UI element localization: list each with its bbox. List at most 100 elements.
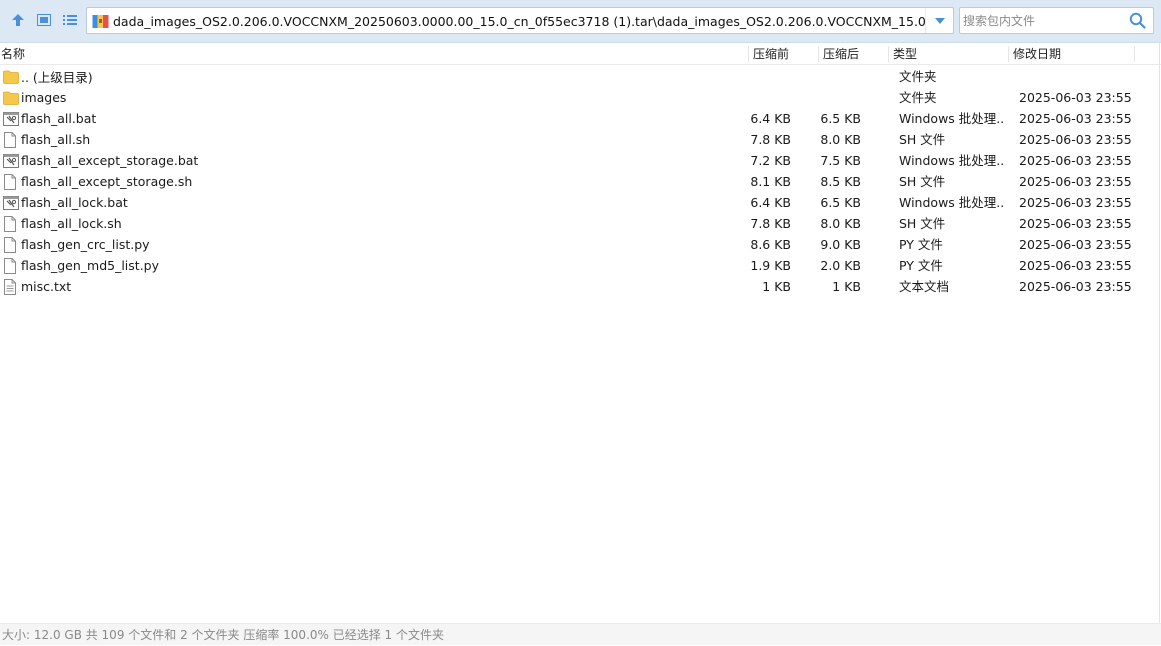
file-type: PY 文件 (899, 258, 943, 273)
file-row[interactable]: flash_all.sh 7.8 KB 8.0 KB SH 文件 2025-06-03 … (0, 129, 1135, 150)
file-name: flash_all.bat (21, 111, 97, 126)
file-type: 文件夹 (899, 69, 937, 84)
file-row[interactable]: images 文件夹 2025-06-03 23:55 (0, 87, 1135, 108)
original-size: 6.4 KB (750, 111, 791, 126)
modified-date: 2025-06-03 23:55 (1019, 195, 1132, 210)
column-original-size[interactable]: 压缩前 (753, 43, 789, 65)
file-icon (3, 131, 19, 148)
column-name[interactable]: 名称 (1, 43, 25, 65)
modified-date: 2025-06-03 23:55 (1019, 258, 1132, 273)
file-type: 文本文档 (899, 279, 950, 294)
column-divider[interactable] (888, 46, 889, 62)
search-icon[interactable] (1129, 12, 1146, 29)
compressed-size: 6.5 KB (820, 111, 861, 126)
compressed-size: 8.5 KB (820, 174, 861, 189)
file-name: .. (上级目录) (21, 70, 93, 85)
file-name: flash_all.sh (21, 132, 91, 147)
file-row[interactable]: flash_gen_md5_list.py 1.9 KB 2.0 KB PY 文件 20… (0, 255, 1135, 276)
text-file-icon (3, 278, 19, 295)
compressed-size: 8.0 KB (820, 216, 861, 231)
thumbnail-view-icon (37, 14, 51, 26)
scrollbar-track[interactable] (1159, 43, 1160, 623)
modified-date: 2025-06-03 23:55 (1019, 132, 1132, 147)
file-icon (3, 257, 19, 274)
file-name-cell: misc.txt (3, 276, 71, 297)
original-size: 7.8 KB (750, 216, 791, 231)
file-row[interactable]: flash_all_lock.sh 7.8 KB 8.0 KB SH 文件 2025-0… (0, 213, 1135, 234)
batch-file-icon (3, 153, 19, 169)
thumbnail-view-button[interactable] (34, 10, 54, 30)
file-icon (3, 236, 19, 253)
file-list: .. (上级目录) 文件夹 images 文件夹 2025-06-03 23:55 fla… (0, 66, 1161, 297)
column-type[interactable]: 类型 (893, 43, 917, 65)
file-type: Windows 批处理... (899, 153, 1005, 168)
file-name-cell: flash_all.sh (3, 129, 90, 150)
file-icon (3, 173, 19, 190)
file-name: flash_gen_md5_list.py (21, 258, 159, 273)
original-size: 8.1 KB (750, 174, 791, 189)
original-size: 8.6 KB (750, 237, 791, 252)
file-name-cell: flash_all_lock.sh (3, 213, 122, 234)
modified-date: 2025-06-03 23:55 (1019, 111, 1132, 126)
details-view-button[interactable] (60, 10, 80, 30)
file-type: 文件夹 (899, 90, 937, 105)
arrow-up-icon (12, 14, 24, 26)
file-type: Windows 批处理... (899, 195, 1005, 210)
file-type: PY 文件 (899, 237, 943, 252)
file-type: SH 文件 (899, 216, 946, 231)
compressed-size: 1 KB (832, 279, 861, 294)
chevron-down-icon (934, 17, 945, 24)
file-name: images (21, 90, 67, 105)
modified-date: 2025-06-03 23:55 (1019, 237, 1132, 252)
file-row[interactable]: flash_gen_crc_list.py 8.6 KB 9.0 KB PY 文件 20… (0, 234, 1135, 255)
batch-file-icon (3, 195, 19, 211)
column-divider[interactable] (748, 46, 749, 62)
modified-date: 2025-06-03 23:55 (1019, 216, 1132, 231)
file-name: flash_all_except_storage.sh (21, 174, 193, 189)
archive-icon (92, 14, 109, 28)
toolbar: dada_images_OS2.0.206.0.VOCCNXM_20250603… (0, 0, 1161, 43)
original-size: 7.8 KB (750, 132, 791, 147)
file-row[interactable]: flash_all.bat 6.4 KB 6.5 KB Windows 批处理... 2… (0, 108, 1135, 129)
file-row[interactable]: .. (上级目录) 文件夹 (0, 66, 1135, 87)
file-name-cell: flash_all.bat (3, 108, 96, 129)
column-header: 名称 压缩前 压缩后 类型 修改日期 (0, 43, 1161, 65)
file-name: flash_all_lock.sh (21, 216, 122, 231)
file-row[interactable]: misc.txt 1 KB 1 KB 文本文档 2025-06-03 23:55 (0, 276, 1135, 297)
column-divider[interactable] (1134, 46, 1135, 62)
column-modified[interactable]: 修改日期 (1013, 43, 1061, 65)
file-row[interactable]: flash_all_except_storage.sh 8.1 KB 8.5 KB S… (0, 171, 1135, 192)
file-row[interactable]: flash_all_except_storage.bat 7.2 KB 7.5 KB… (0, 150, 1135, 171)
up-button[interactable] (8, 10, 28, 30)
modified-date: 2025-06-03 23:55 (1019, 279, 1132, 294)
file-row[interactable]: flash_all_lock.bat 6.4 KB 6.5 KB Windows 批处… (0, 192, 1135, 213)
file-name-cell: flash_all_lock.bat (3, 192, 128, 213)
compressed-size: 8.0 KB (820, 132, 861, 147)
batch-file-icon (3, 111, 19, 127)
file-name: flash_all_lock.bat (21, 195, 128, 210)
file-name-cell: images (3, 87, 66, 108)
column-divider[interactable] (1008, 46, 1009, 62)
folder-icon (3, 69, 19, 85)
file-name-cell: flash_all_except_storage.sh (3, 171, 192, 192)
file-name: flash_all_except_storage.bat (21, 153, 199, 168)
file-name-cell: flash_all_except_storage.bat (3, 150, 198, 171)
status-bar: 大小: 12.0 GB 共 109 个文件和 2 个文件夹 压缩率 100.0%… (0, 623, 1161, 645)
address-dropdown-button[interactable] (925, 8, 953, 33)
file-name-cell: flash_gen_md5_list.py (3, 255, 159, 276)
address-bar[interactable]: dada_images_OS2.0.206.0.VOCCNXM_20250603… (86, 7, 954, 34)
original-size: 7.2 KB (750, 153, 791, 168)
modified-date: 2025-06-03 23:55 (1019, 174, 1132, 189)
details-view-icon (63, 15, 77, 25)
original-size: 1.9 KB (750, 258, 791, 273)
search-input[interactable] (960, 8, 1128, 33)
column-divider[interactable] (818, 46, 819, 62)
search-box (959, 7, 1154, 34)
file-name: flash_gen_crc_list.py (21, 237, 150, 252)
file-name-cell: flash_gen_crc_list.py (3, 234, 150, 255)
column-compressed-size[interactable]: 压缩后 (823, 43, 859, 65)
file-type: SH 文件 (899, 132, 946, 147)
archive-path: dada_images_OS2.0.206.0.VOCCNXM_20250603… (113, 14, 925, 29)
file-name-cell: .. (上级目录) (3, 66, 93, 87)
file-name: misc.txt (21, 279, 72, 294)
